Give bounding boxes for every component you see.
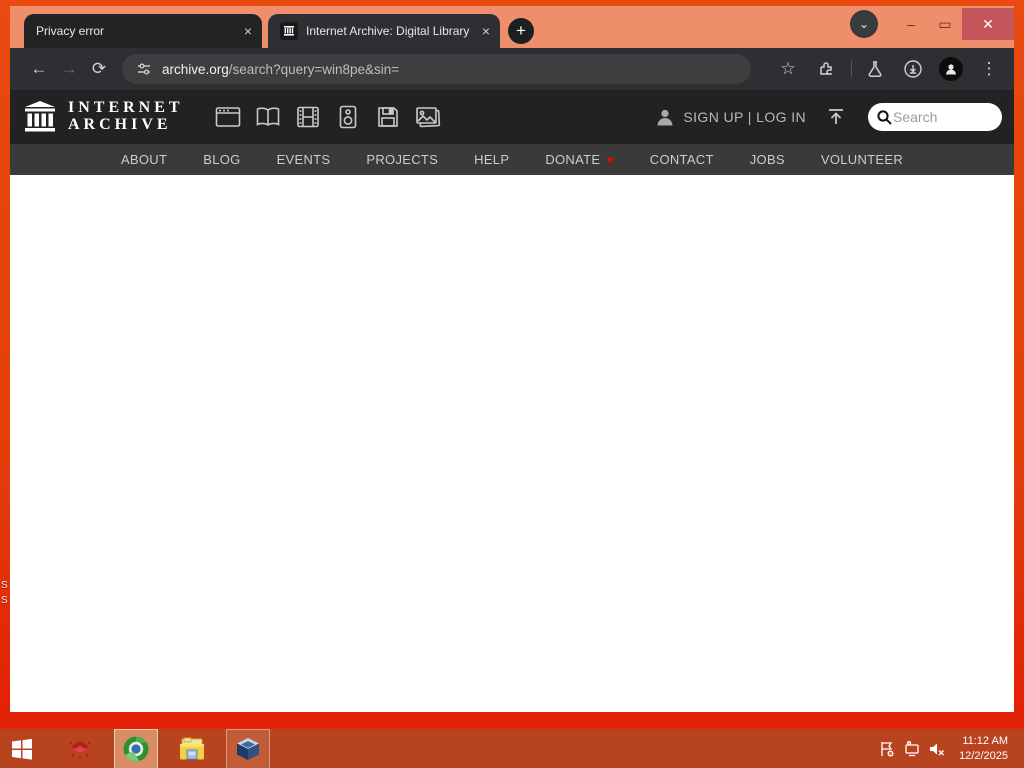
- nav-donate[interactable]: DONATE ♥: [545, 152, 613, 167]
- toolbar-right-icons: ☆ ⋮: [765, 54, 1004, 84]
- maximize-button[interactable]: ▭: [928, 9, 962, 39]
- address-bar[interactable]: archive.org/search?query=win8pe&sin=: [122, 54, 751, 84]
- tab-title: Privacy error: [36, 24, 105, 38]
- media-type-icons: [208, 105, 448, 129]
- tab-title: Internet Archive: Digital Library: [306, 24, 470, 38]
- nav-events[interactable]: EVENTS: [277, 152, 331, 167]
- virtualbox-icon[interactable]: [226, 728, 270, 768]
- signup-login-link[interactable]: SIGN UP | LOG IN: [683, 109, 806, 125]
- tab-close-icon[interactable]: ×: [244, 24, 252, 38]
- nav-contact[interactable]: CONTACT: [650, 152, 714, 167]
- window-controls: ⌄ – ▭ ✕: [850, 6, 1014, 42]
- network-icon[interactable]: [899, 729, 924, 768]
- nav-about[interactable]: ABOUT: [121, 152, 167, 167]
- nav-blog[interactable]: BLOG: [203, 152, 240, 167]
- action-center-flag-icon[interactable]: [874, 729, 899, 768]
- software-icon[interactable]: [368, 106, 408, 128]
- profile-avatar[interactable]: [936, 54, 966, 84]
- upload-icon[interactable]: [826, 107, 846, 127]
- reload-button[interactable]: ⟳: [84, 54, 114, 84]
- clock-date: 12/2/2025: [959, 749, 1008, 762]
- taskbar-clock[interactable]: 11:12 AM 12/2/2025: [949, 734, 1016, 764]
- extensions-icon[interactable]: [811, 54, 841, 84]
- account-area[interactable]: SIGN UP | LOG IN: [655, 107, 806, 127]
- close-window-button[interactable]: ✕: [962, 8, 1014, 40]
- person-icon: [657, 109, 673, 126]
- bookmark-star-icon[interactable]: ☆: [773, 54, 803, 84]
- archive-nav: ABOUT BLOG EVENTS PROJECTS HELP DONATE ♥ …: [10, 144, 1014, 175]
- archive-logo[interactable]: INTERNET ARCHIVE: [22, 99, 184, 135]
- downloads-icon[interactable]: [898, 54, 928, 84]
- tab-search-button[interactable]: ⌄: [850, 10, 878, 38]
- texts-icon[interactable]: [248, 106, 288, 128]
- archive-header-right: SIGN UP | LOG IN: [655, 103, 1002, 131]
- archive-search-box[interactable]: [868, 103, 1002, 131]
- system-tray: 11:12 AM 12/2/2025: [874, 729, 1024, 768]
- site-settings-icon[interactable]: [136, 61, 152, 77]
- search-icon: [877, 109, 892, 125]
- audio-icon[interactable]: [328, 105, 368, 129]
- tab-internet-archive[interactable]: Internet Archive: Digital Library ×: [268, 14, 500, 48]
- tab-strip: Privacy error × Internet Archive: Digita…: [10, 6, 1014, 48]
- browser-taskbar-icon[interactable]: [114, 728, 158, 768]
- search-input[interactable]: [893, 109, 983, 125]
- minimize-button[interactable]: –: [894, 9, 928, 39]
- video-icon[interactable]: [288, 106, 328, 128]
- menu-dots-icon[interactable]: ⋮: [974, 54, 1004, 84]
- labs-flask-icon[interactable]: [860, 54, 890, 84]
- new-tab-button[interactable]: +: [508, 18, 534, 44]
- forward-button[interactable]: →: [54, 54, 84, 84]
- nav-jobs[interactable]: JOBS: [750, 152, 785, 167]
- nav-volunteer[interactable]: VOLUNTEER: [821, 152, 903, 167]
- volume-muted-icon[interactable]: [924, 729, 949, 768]
- taskbar: 11:12 AM 12/2/2025: [0, 728, 1024, 768]
- toolbar-separator: [851, 61, 852, 77]
- archive-logo-text: INTERNET ARCHIVE: [68, 99, 184, 133]
- nav-help[interactable]: HELP: [474, 152, 509, 167]
- page-content-blank: [10, 175, 1014, 712]
- browser-window: Privacy error × Internet Archive: Digita…: [10, 6, 1014, 712]
- internet-archive-favicon-icon: [280, 22, 298, 40]
- heart-icon: ♥: [606, 152, 614, 167]
- web-icon[interactable]: [208, 106, 248, 128]
- desktop-icon-label-fragment: S: [1, 580, 8, 591]
- nav-projects[interactable]: PROJECTS: [366, 152, 438, 167]
- archive-header: INTERNET ARCHIVE SIGN UP | LOG IN Search: [10, 90, 1014, 144]
- archive-building-icon: [25, 101, 55, 132]
- start-button[interactable]: [0, 729, 44, 768]
- browser-toolbar: ← → ⟳ archive.org/search?query=win8pe&si…: [10, 48, 1014, 90]
- tab-close-icon[interactable]: ×: [482, 24, 490, 38]
- clock-time: 11:12 AM: [962, 734, 1008, 747]
- back-button[interactable]: ←: [24, 54, 54, 84]
- tab-privacy-error[interactable]: Privacy error ×: [24, 14, 262, 48]
- desktop-icon-label-fragment: S: [1, 595, 8, 606]
- images-icon[interactable]: [408, 106, 448, 128]
- red-app-icon[interactable]: [58, 729, 102, 768]
- file-explorer-icon[interactable]: [170, 729, 214, 768]
- url-text: archive.org/search?query=win8pe&sin=: [162, 61, 400, 77]
